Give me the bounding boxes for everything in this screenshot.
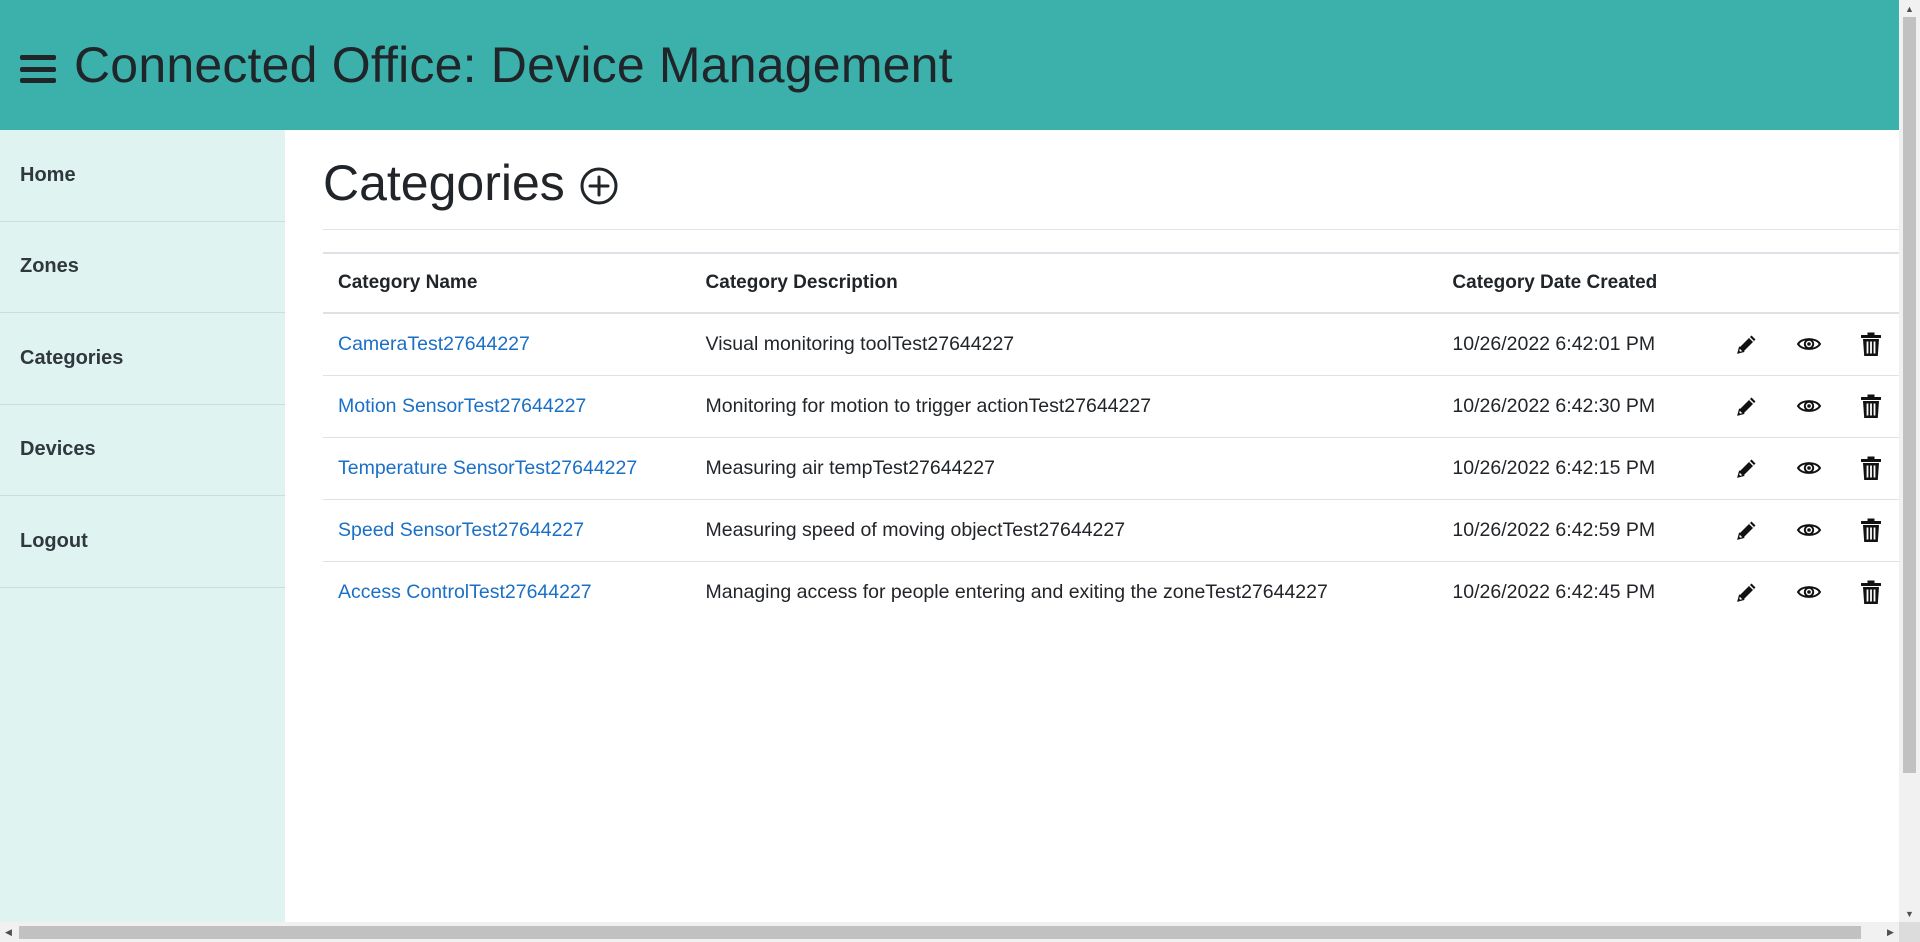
table-header-row: Category Name Category Description Categ…: [323, 253, 1899, 314]
vertical-scrollbar[interactable]: ▲ ▼: [1899, 0, 1920, 922]
row-actions: [1722, 393, 1884, 419]
row-actions: [1722, 455, 1884, 481]
category-name-cell: Temperature SensorTest27644227: [323, 437, 691, 500]
pencil-icon[interactable]: [1734, 455, 1760, 481]
page-title: Categories: [323, 154, 565, 211]
scroll-up-arrow-icon[interactable]: ▲: [1899, 0, 1920, 17]
row-actions-cell: [1707, 499, 1899, 562]
eye-icon[interactable]: [1796, 393, 1822, 419]
category-description-cell: Measuring air tempTest27644227: [690, 437, 1438, 500]
row-actions-cell: [1707, 375, 1899, 438]
eye-icon[interactable]: [1796, 517, 1822, 543]
sidebar-item-devices[interactable]: Devices: [0, 405, 285, 496]
sidebar-item-zones[interactable]: Zones: [0, 222, 285, 313]
row-actions: [1722, 331, 1884, 357]
column-header-category-name: Category Name: [323, 253, 691, 314]
scroll-right-arrow-icon[interactable]: ▶: [1882, 922, 1899, 942]
trash-icon[interactable]: [1858, 517, 1884, 543]
app-title: Connected Office: Device Management: [74, 37, 953, 93]
sidebar-item-home[interactable]: Home: [0, 130, 285, 222]
scroll-down-arrow-icon[interactable]: ▼: [1899, 905, 1920, 922]
row-actions: [1722, 579, 1884, 605]
sidebar: Home Zones Categories Devices Logout: [0, 130, 285, 922]
table-row: Access ControlTest27644227 Managing acces…: [323, 561, 1899, 623]
scroll-left-arrow-icon[interactable]: ◀: [0, 922, 17, 942]
row-actions-cell: [1707, 437, 1899, 500]
categories-table: Category Name Category Description Categ…: [323, 252, 1899, 623]
horizontal-scrollbar[interactable]: ◀ ▶: [0, 922, 1899, 942]
category-description-cell: Monitoring for motion to trigger actionT…: [690, 375, 1438, 438]
table-row: Temperature SensorTest27644227 Measuring …: [323, 437, 1899, 500]
page-header: Categories: [323, 130, 1899, 230]
category-name-link[interactable]: CameraTest27644227: [338, 333, 530, 355]
vertical-scrollbar-thumb[interactable]: [1903, 17, 1916, 773]
app-header: Connected Office: Device Management: [0, 0, 1899, 130]
row-actions-cell: [1707, 561, 1899, 623]
plus-circle-icon[interactable]: [579, 166, 619, 206]
category-name-cell: Access ControlTest27644227: [323, 561, 691, 623]
scrollbar-corner: [1899, 922, 1920, 942]
eye-icon[interactable]: [1796, 331, 1822, 357]
category-description-cell: Measuring speed of moving objectTest2764…: [690, 499, 1438, 562]
horizontal-scrollbar-thumb[interactable]: [19, 926, 1861, 939]
category-date-cell: 10/26/2022 6:42:59 PM: [1437, 499, 1707, 562]
category-date-cell: 10/26/2022 6:42:01 PM: [1437, 313, 1707, 376]
column-header-actions: [1707, 253, 1899, 314]
sidebar-item-categories[interactable]: Categories: [0, 313, 285, 405]
pencil-icon[interactable]: [1734, 331, 1760, 357]
trash-icon[interactable]: [1858, 393, 1884, 419]
column-header-category-date-created: Category Date Created: [1437, 253, 1707, 314]
column-header-category-description: Category Description: [690, 253, 1438, 314]
category-name-link[interactable]: Speed SensorTest27644227: [338, 519, 584, 541]
pencil-icon[interactable]: [1734, 393, 1760, 419]
pencil-icon[interactable]: [1734, 579, 1760, 605]
sidebar-item-logout[interactable]: Logout: [0, 496, 285, 588]
hamburger-menu-icon[interactable]: [20, 55, 56, 83]
table-row: CameraTest27644227 Visual monitoring tool…: [323, 313, 1899, 376]
row-actions: [1722, 517, 1884, 543]
category-name-cell: Speed SensorTest27644227: [323, 499, 691, 562]
category-description-cell: Managing access for people entering and …: [705, 580, 1328, 603]
table-row: Motion SensorTest27644227 Monitoring for …: [323, 375, 1899, 438]
table-body: CameraTest27644227 Visual monitoring tool…: [323, 313, 1899, 623]
eye-icon[interactable]: [1796, 579, 1822, 605]
category-date-cell: 10/26/2022 6:42:45 PM: [1452, 580, 1656, 603]
category-name-link[interactable]: Temperature SensorTest27644227: [338, 457, 637, 479]
category-name-link[interactable]: Motion SensorTest27644227: [338, 395, 586, 417]
main-content: Categories Category Name Category Descri…: [285, 130, 1899, 922]
pencil-icon[interactable]: [1734, 517, 1760, 543]
category-name-cell: CameraTest27644227: [323, 313, 691, 376]
trash-icon[interactable]: [1858, 331, 1884, 357]
table-row: Speed SensorTest27644227 Measuring speed …: [323, 499, 1899, 562]
category-date-cell: 10/26/2022 6:42:30 PM: [1437, 375, 1707, 438]
category-name-cell: Motion SensorTest27644227: [323, 375, 691, 438]
category-date-cell: 10/26/2022 6:42:15 PM: [1437, 437, 1707, 500]
row-actions-cell: [1707, 313, 1899, 376]
category-description-cell: Visual monitoring toolTest27644227: [690, 313, 1438, 376]
eye-icon[interactable]: [1796, 455, 1822, 481]
trash-icon[interactable]: [1858, 579, 1884, 605]
trash-icon[interactable]: [1858, 455, 1884, 481]
category-name-link[interactable]: Access ControlTest27644227: [338, 581, 592, 603]
